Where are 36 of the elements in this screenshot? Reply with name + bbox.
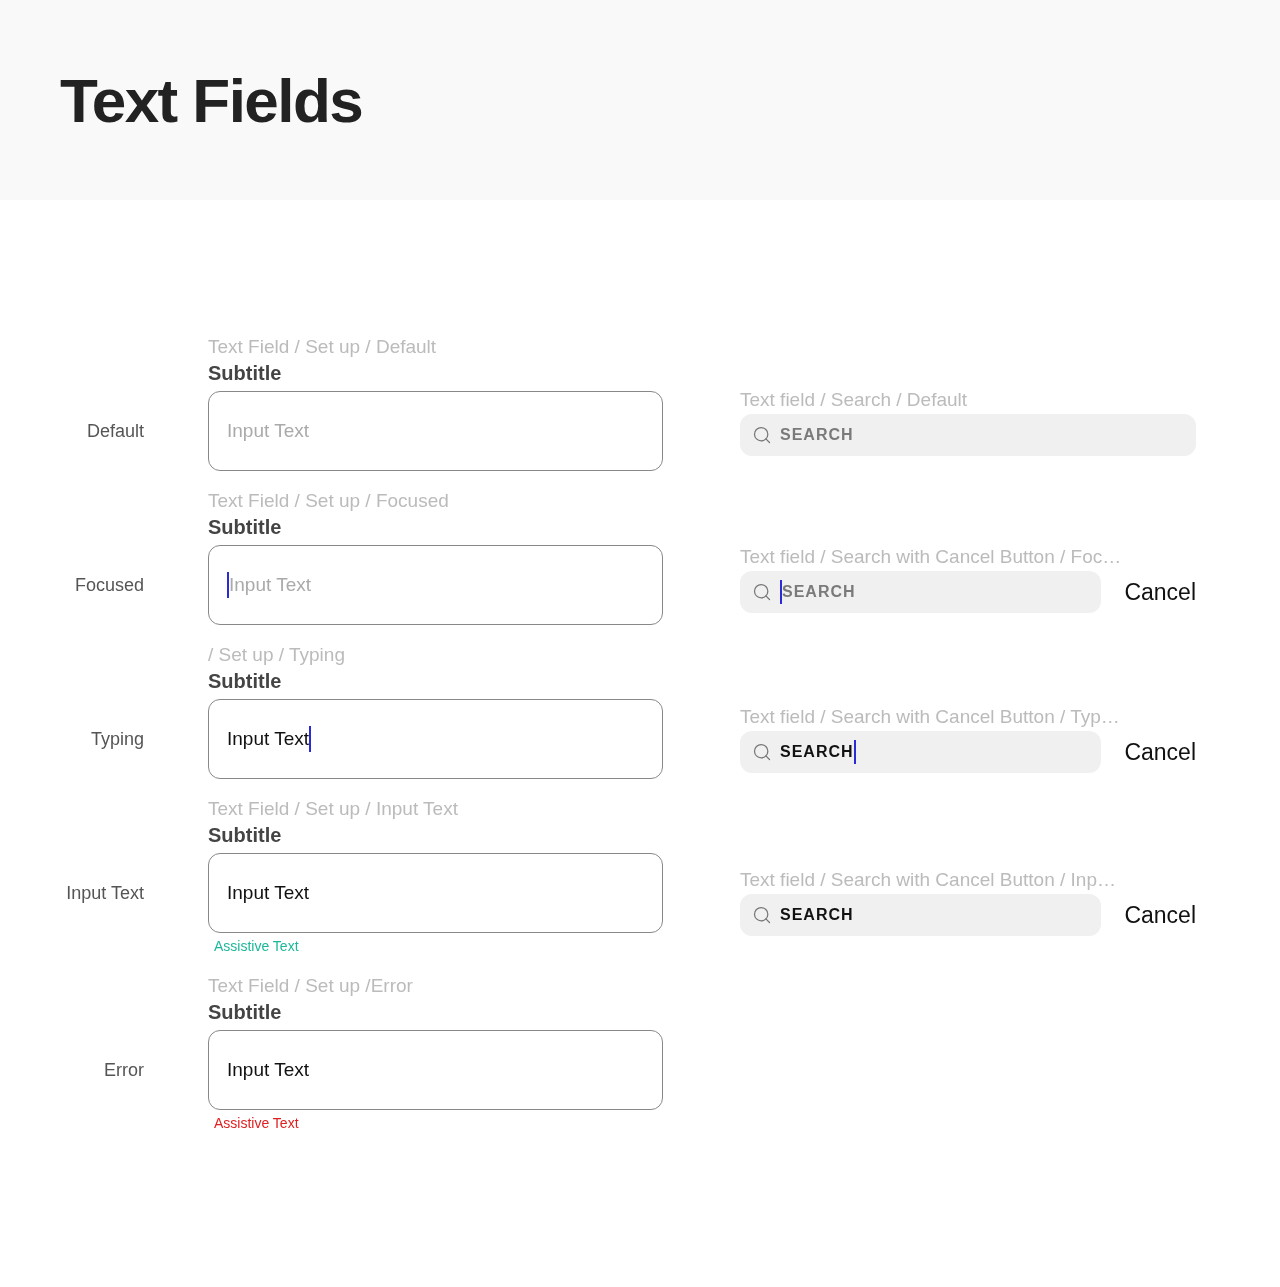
input-field[interactable]: Input Text — [208, 1030, 663, 1110]
state-label: Error — [103, 1058, 144, 1082]
field-subtitle: Subtitle — [208, 515, 283, 540]
cancel-button[interactable]: Cancel — [1124, 574, 1196, 610]
state-label: Default — [85, 419, 144, 443]
search-icon — [752, 905, 772, 925]
state-label: Focused — [73, 573, 144, 597]
assistive-text: Assistive Text — [214, 937, 300, 956]
field-subtitle: Subtitle — [208, 1000, 283, 1025]
component-caption: Text field / Search / Default — [740, 388, 969, 412]
search-field[interactable]: SEARCH — [740, 414, 1196, 456]
component-caption: / Set up / Typing — [208, 643, 346, 667]
component-caption: Text field / Search with Cancel Button / Typ… — [740, 705, 1121, 729]
component-caption: Text Field / Set up / Focused — [208, 489, 450, 513]
search-icon — [752, 582, 772, 602]
search-field[interactable]: SEARCH — [740, 894, 1101, 936]
state-label: Typing — [89, 727, 144, 751]
field-subtitle: Subtitle — [208, 669, 283, 694]
cancel-button[interactable]: Cancel — [1124, 897, 1196, 933]
component-caption: Text field / Search with Cancel Button / Inp… — [740, 868, 1117, 892]
state-label: Input Text — [65, 881, 144, 905]
page-title: Text Fields — [60, 64, 363, 137]
component-caption: Text Field / Set up / Input Text — [208, 797, 459, 821]
cancel-button[interactable]: Cancel — [1124, 734, 1196, 770]
field-subtitle: Subtitle — [208, 361, 283, 386]
search-field[interactable]: SEARCH — [740, 571, 1101, 613]
assistive-text: Assistive Text — [214, 1114, 300, 1133]
field-subtitle: Subtitle — [208, 823, 283, 848]
search-icon — [752, 742, 772, 762]
search-field[interactable]: SEARCH — [740, 731, 1101, 773]
input-field[interactable]: Input Text — [208, 853, 663, 933]
component-caption: Text field / Search with Cancel Button / Foc… — [740, 545, 1123, 569]
search-icon — [752, 425, 772, 445]
input-field[interactable]: Input Text — [208, 699, 663, 779]
component-caption: Text Field / Set up /Error — [208, 974, 414, 998]
component-caption: Text Field / Set up / Default — [208, 335, 438, 359]
